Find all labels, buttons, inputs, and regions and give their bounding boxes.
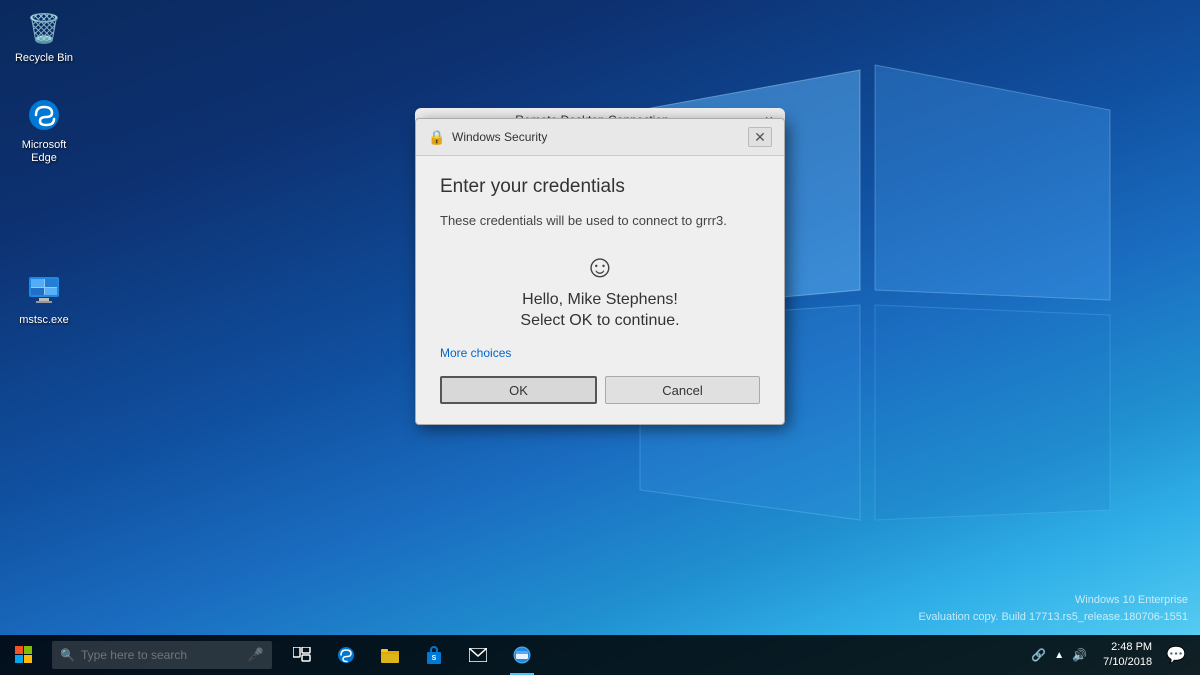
dialog-shield-icon: 🔒: [428, 129, 444, 145]
recycle-bin-icon[interactable]: 🗑️ Recycle Bin: [8, 8, 80, 65]
taskbar: 🔍 🎤: [0, 635, 1200, 675]
taskbar-mail[interactable]: [456, 635, 500, 675]
taskbar-edge-app[interactable]: [324, 635, 368, 675]
edge-icon[interactable]: MicrosoftEdge: [8, 95, 80, 165]
user-avatar-icon: ☺: [584, 250, 617, 282]
taskbar-date-display: 7/10/2018: [1103, 655, 1152, 670]
taskbar-search[interactable]: 🔍 🎤: [52, 641, 272, 669]
watermark-line1: Windows 10 Enterprise: [919, 592, 1189, 609]
taskbar-task-view[interactable]: [280, 635, 324, 675]
search-icon: 🔍: [60, 648, 75, 662]
dialog-close-button[interactable]: ✕: [748, 127, 772, 147]
watermark-line2: Evaluation copy. Build 17713.rs5_release…: [919, 609, 1189, 626]
mstsc-icon[interactable]: mstsc.exe: [8, 270, 80, 327]
mstsc-label: mstsc.exe: [19, 314, 69, 327]
start-button[interactable]: [0, 635, 48, 675]
dialog-body: Enter your credentials These credentials…: [416, 156, 784, 424]
cancel-button[interactable]: Cancel: [605, 376, 760, 404]
dialog-title: Windows Security: [452, 130, 748, 144]
desktop: 🗑️ Recycle Bin MicrosoftEdge: [0, 0, 1200, 675]
mstsc-image: [24, 270, 64, 310]
taskbar-clock[interactable]: 2:48 PM 7/10/2018: [1095, 640, 1160, 671]
search-input[interactable]: [81, 648, 231, 662]
taskbar-store[interactable]: S: [412, 635, 456, 675]
recycle-bin-label: Recycle Bin: [15, 52, 73, 65]
chevron-icon[interactable]: ▲: [1054, 650, 1064, 661]
user-greeting: Hello, Mike Stephens!: [522, 288, 678, 312]
ok-button[interactable]: OK: [440, 376, 597, 404]
network-icon[interactable]: 🔗: [1031, 648, 1046, 662]
dialog-description: These credentials will be used to connec…: [440, 212, 760, 230]
speaker-icon[interactable]: 🔊: [1072, 648, 1087, 662]
more-choices-link[interactable]: More choices: [440, 346, 760, 360]
taskbar-file-explorer[interactable]: [368, 635, 412, 675]
notification-icon[interactable]: 💬: [1160, 645, 1192, 665]
recycle-bin-image: 🗑️: [24, 8, 64, 48]
windows-security-dialog: 🔒 Windows Security ✕ Enter your credenti…: [415, 118, 785, 425]
edge-label: MicrosoftEdge: [22, 139, 67, 165]
dialog-buttons: OK Cancel: [440, 376, 760, 404]
edge-image: [24, 95, 64, 135]
mic-icon: 🎤: [248, 647, 264, 663]
taskbar-remote-desktop-app[interactable]: [500, 635, 544, 675]
taskbar-time-display: 2:48 PM: [1103, 640, 1152, 655]
dialog-titlebar: 🔒 Windows Security ✕: [416, 119, 784, 156]
taskbar-system-icons: 🔗 ▲ 🔊: [1023, 648, 1095, 662]
taskbar-right: 🔗 ▲ 🔊 2:48 PM 7/10/2018 💬: [1023, 635, 1200, 675]
user-instruction: Select OK to continue.: [520, 312, 679, 330]
dialog-heading: Enter your credentials: [440, 176, 760, 198]
svg-text:S: S: [432, 655, 437, 662]
taskbar-apps: S: [280, 635, 544, 675]
dialog-avatar-area: ☺ Hello, Mike Stephens! Select OK to con…: [440, 250, 760, 330]
watermark: Windows 10 Enterprise Evaluation copy. B…: [919, 592, 1189, 625]
